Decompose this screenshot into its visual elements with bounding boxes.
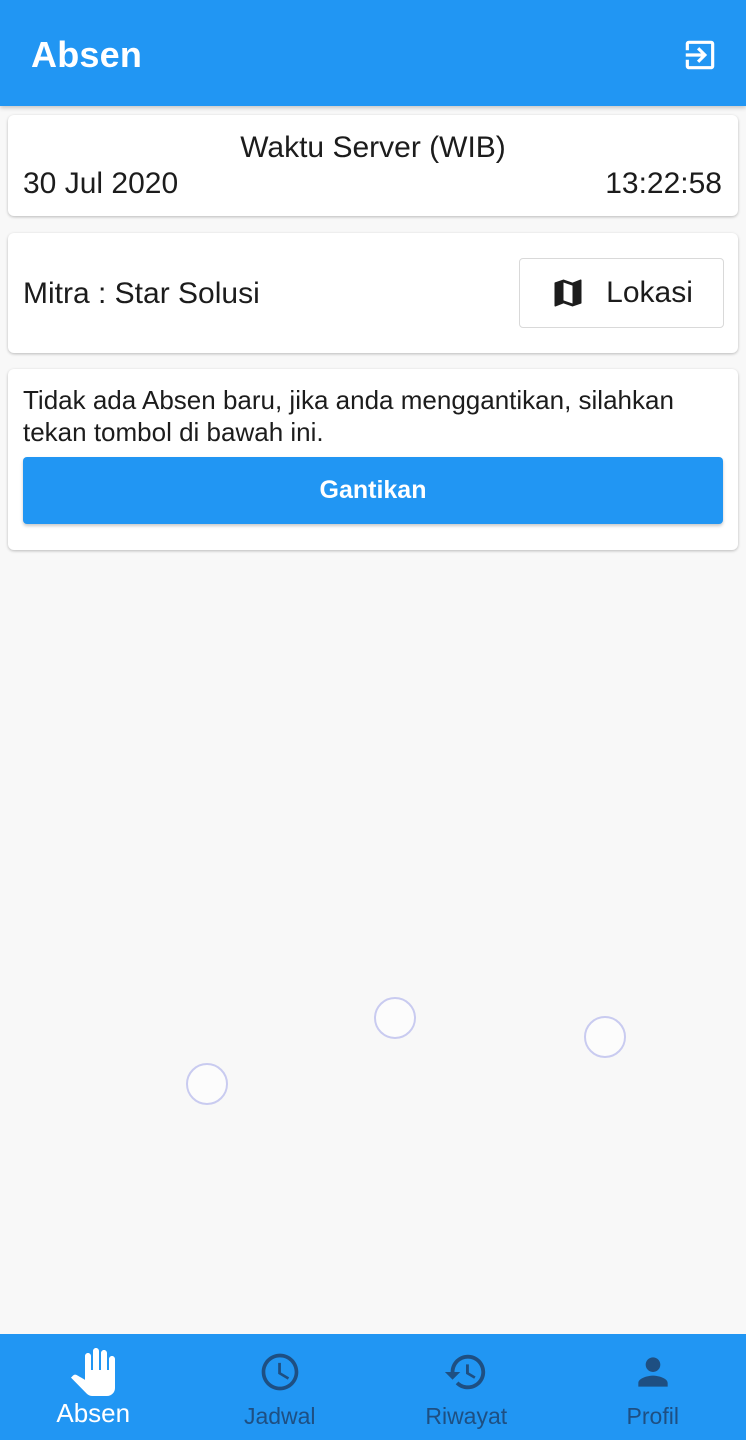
app-bar: Absen [0,0,746,106]
logout-icon [685,40,715,70]
bottom-navigation: Absen Jadwal Riwayat Profil [0,1334,746,1440]
history-icon [443,1350,489,1394]
nav-label-jadwal: Jadwal [243,1403,316,1429]
nav-item-jadwal[interactable]: Jadwal [187,1334,374,1440]
touch-indicator [374,997,416,1039]
hand-icon [69,1348,117,1396]
lokasi-button[interactable]: Lokasi [519,258,724,328]
nav-item-absen[interactable]: Absen [0,1334,187,1440]
nav-label-profil: Profil [626,1403,679,1429]
gantikan-button[interactable]: Gantikan [23,457,723,524]
server-clock: 13:22:58 [605,167,722,200]
touch-indicator [186,1063,228,1105]
page-title: Absen [31,34,143,75]
server-time-label: Waktu Server (WIB) [240,131,506,164]
map-icon [554,279,582,307]
server-date: 30 Jul 2020 [23,167,179,200]
nav-item-riwayat[interactable]: Riwayat [373,1334,560,1440]
absen-screen: Absen Waktu Server (WIB) 30 Jul 2020 13:… [0,0,746,1440]
mitra-card: Mitra : Star Solusi Lokasi [8,233,738,353]
nav-label-riwayat: Riwayat [425,1403,508,1429]
lokasi-label: Lokasi [606,276,693,309]
clock-icon [258,1350,302,1394]
absen-card: Tidak ada Absen baru, jika anda menggant… [8,369,738,550]
mitra-label: Mitra : Star Solusi [23,277,260,310]
nav-item-profil[interactable]: Profil [560,1334,746,1440]
logout-button[interactable] [678,33,722,77]
absen-message: Tidak ada Absen baru, jika anda menggant… [23,385,674,447]
touch-indicator [584,1016,626,1058]
nav-label-absen: Absen [56,1398,131,1428]
server-time-card: Waktu Server (WIB) 30 Jul 2020 13:22:58 [8,115,738,216]
person-icon [631,1350,675,1394]
